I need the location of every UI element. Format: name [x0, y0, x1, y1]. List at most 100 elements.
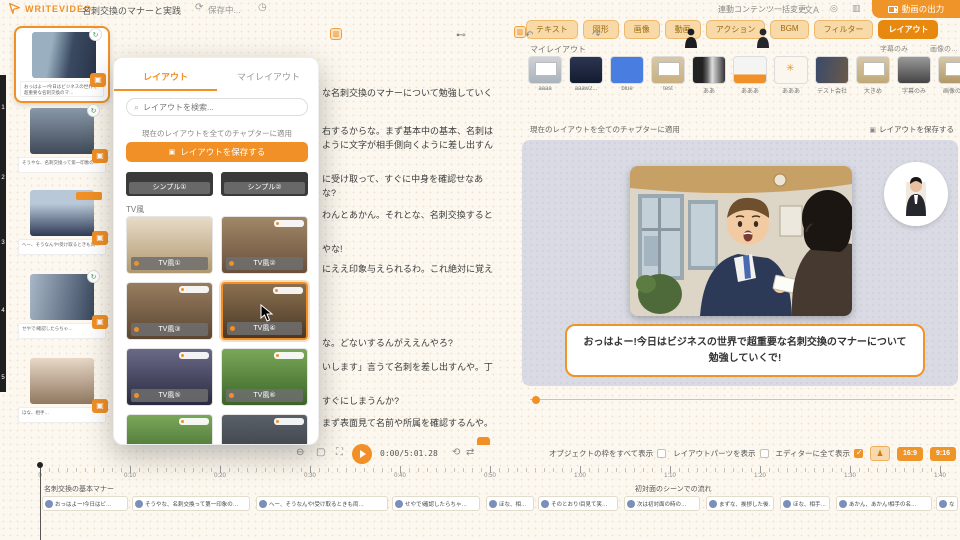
- script-text-line[interactable]: に受け取って、すぐに中身を確認せなあ: [322, 172, 483, 185]
- asset-tab[interactable]: 画像: [624, 20, 660, 39]
- asset-tab[interactable]: BGM: [770, 20, 808, 39]
- my-layout-item[interactable]: ✳ aaaw2...: [569, 56, 603, 102]
- tv-layout-item[interactable]: TV風③: [126, 282, 213, 340]
- script-text-line[interactable]: 右するからな。まず基本中の基本、名刺は: [322, 124, 493, 137]
- apply-layout-all-link[interactable]: 現在のレイアウトを全てのチャプターに適用: [530, 124, 680, 135]
- subtitle-clip[interactable]: へー、そうなんや!受け取るときも両…: [256, 496, 388, 511]
- preview-seekbar[interactable]: [530, 396, 954, 404]
- tab-layout[interactable]: レイアウト: [114, 66, 217, 91]
- my-layout-thumbnail[interactable]: ✳: [774, 56, 808, 84]
- asset-tab[interactable]: レイアウト: [878, 20, 938, 39]
- chapter-card[interactable]: ↻ そうやな、名刺交換って第一印象の… ▣: [14, 104, 110, 177]
- my-layout-item[interactable]: ✳ test: [651, 56, 685, 102]
- subtitle-box[interactable]: おっはよー!今日はビジネスの世界で超重要な名刺交換のマナーについて勉強していくで…: [565, 324, 925, 377]
- seekbar-thumb[interactable]: [532, 396, 540, 404]
- redo-icon[interactable]: ↷: [592, 30, 600, 41]
- save-layout-button[interactable]: ▣ レイアウトを保存する: [126, 142, 308, 162]
- my-layout-item[interactable]: ✳ あああ: [774, 56, 808, 102]
- my-layout-item[interactable]: ✳ 大きめ: [856, 56, 890, 102]
- tv-layout-item[interactable]: TV風⑤: [126, 348, 213, 406]
- chapter-thumbnail[interactable]: ↻: [30, 358, 94, 404]
- display-toggle[interactable]: エディターに全て表示: [776, 448, 863, 459]
- aspect-ratio-button[interactable]: 16:9: [897, 447, 923, 461]
- timeline-chapter-label[interactable]: 名刺交換の基本マナー: [44, 484, 114, 494]
- chapter-thumbnail[interactable]: ↻: [30, 274, 94, 320]
- checkbox[interactable]: [657, 449, 666, 458]
- my-layout-thumbnail[interactable]: ✳: [815, 56, 849, 84]
- aspect-ratio-button[interactable]: 9:16: [930, 447, 956, 461]
- chapter-thumbnail[interactable]: ↻: [30, 108, 94, 154]
- my-layout-thumbnail[interactable]: ✳: [528, 56, 562, 84]
- asset-tab[interactable]: 図形: [583, 20, 619, 39]
- tv-layout-item[interactable]: TV風⑥: [221, 348, 308, 406]
- refresh-icon[interactable]: ⟳: [195, 2, 203, 13]
- my-layout-item[interactable]: ✳ blue: [610, 56, 644, 102]
- script-editor[interactable]: な名刺交換のマナーについて勉強していく右するからな。まず基本中の基本、名刺はよう…: [320, 20, 520, 440]
- checkbox[interactable]: [854, 449, 863, 458]
- my-layout-item[interactable]: ✳ あああ: [733, 56, 767, 102]
- script-text-line[interactable]: やな!: [322, 242, 343, 255]
- subtitle-clip[interactable]: ほな、相…: [486, 496, 534, 511]
- loop-icon[interactable]: ⟲: [452, 447, 460, 458]
- tv-layout-item[interactable]: TV風⑦: [126, 414, 213, 445]
- script-text-line[interactable]: わんとあかん。それとな、名刺交換すると: [322, 208, 493, 221]
- display-toggle[interactable]: オブジェクトの枠をすべて表示: [549, 448, 666, 459]
- my-layout-thumbnail[interactable]: ✳: [692, 56, 726, 84]
- play-button[interactable]: [352, 444, 372, 464]
- translate-icon[interactable]: 文A: [804, 3, 819, 16]
- layout-columns-icon[interactable]: ▥: [852, 3, 861, 14]
- my-layout-thumbnail[interactable]: ✳: [569, 56, 603, 84]
- my-layout-thumbnail[interactable]: ✳: [651, 56, 685, 84]
- my-layout-thumbnail[interactable]: ✳: [938, 56, 960, 84]
- bulk-edit-label[interactable]: 連動コンテンツ一括変更: [718, 4, 806, 15]
- timeline-ruler[interactable]: 00:100:200:300:400:501:001:101:201:301:4…: [0, 464, 960, 480]
- preview-icon[interactable]: ◎: [830, 3, 838, 14]
- layout-search[interactable]: ⌕: [126, 98, 308, 116]
- pan-icon[interactable]: ⇄: [466, 447, 474, 458]
- script-text-line[interactable]: な。どないするんがええんやろ?: [322, 336, 453, 349]
- video-frame[interactable]: [630, 166, 852, 316]
- tv-layout-item[interactable]: TV風①: [126, 216, 213, 274]
- avatar-display-button[interactable]: ♟: [870, 446, 890, 461]
- chapter-layout-button[interactable]: ▣: [92, 315, 108, 329]
- subtitle-clip[interactable]: 次は初対面の時の…: [624, 496, 700, 511]
- fullscreen-icon[interactable]: ⛶: [336, 447, 343, 458]
- asset-tab[interactable]: フィルター: [814, 20, 874, 39]
- character-avatar-1[interactable]: [682, 28, 700, 48]
- regenerate-thumbnail-icon[interactable]: ↻: [89, 28, 102, 41]
- chapter-layout-button[interactable]: ▣: [92, 149, 108, 163]
- script-panel-handle[interactable]: [330, 28, 342, 40]
- subtitle-clip[interactable]: せやで!確認したらちゃ…: [392, 496, 480, 511]
- subtitle-clip[interactable]: そのとおり!目見て笑…: [538, 496, 618, 511]
- subtitle-clip[interactable]: そうやな、名刺交換って第一印象の…: [132, 496, 250, 511]
- chapter-thumbnail[interactable]: ↻: [30, 190, 94, 236]
- tv-layout-item[interactable]: TV風⑧: [221, 414, 308, 445]
- character-avatar-2[interactable]: [754, 28, 772, 48]
- my-layout-item[interactable]: ✳ 画像の…: [938, 56, 960, 102]
- save-layout-link[interactable]: ▣ レイアウトを保存する: [869, 124, 954, 135]
- chapter-layout-button[interactable]: ▣: [90, 73, 106, 87]
- my-layout-item[interactable]: ✳ 字幕のみ: [897, 56, 931, 102]
- display-toggle[interactable]: レイアウトパーツを表示: [673, 448, 768, 459]
- timeline[interactable]: 00:100:200:300:400:501:001:101:201:301:4…: [0, 464, 960, 540]
- subtitle-clip[interactable]: おっはよー!今日はビ…: [42, 496, 128, 511]
- layout-search-input[interactable]: [143, 103, 300, 112]
- history-icon[interactable]: ◷: [258, 2, 267, 13]
- script-text-line[interactable]: まず表面見て名前や所属を確認するんや。: [322, 416, 493, 429]
- apply-layout-all-chapters[interactable]: 現在のレイアウトを全てのチャプターに適用: [114, 128, 319, 139]
- frame-fit-icon[interactable]: ▢: [316, 447, 325, 458]
- chapter-card[interactable]: ↻ ほな、相手… ▣: [14, 354, 110, 427]
- undo-icon[interactable]: ↶: [525, 30, 533, 41]
- my-layout-thumbnail[interactable]: ✳: [733, 56, 767, 84]
- tab-my-layout[interactable]: マイレイアウト: [217, 66, 319, 91]
- playhead-line[interactable]: [40, 468, 41, 540]
- checkbox[interactable]: [760, 449, 769, 458]
- my-layout-thumbnail[interactable]: ✳: [897, 56, 931, 84]
- export-video-button[interactable]: 動画の出力: [872, 0, 960, 18]
- simple-layout-item[interactable]: シンプル②: [221, 172, 308, 196]
- script-text-line[interactable]: にええ印象与えられるわ。これ絶対に覚え: [322, 262, 493, 275]
- my-layout-thumbnail[interactable]: ✳: [856, 56, 890, 84]
- regenerate-thumbnail-icon[interactable]: ↻: [87, 270, 100, 283]
- script-text-line[interactable]: な名刺交換のマナーについて勉強していく: [322, 86, 492, 99]
- chapter-thumbnail[interactable]: ↻: [32, 32, 96, 78]
